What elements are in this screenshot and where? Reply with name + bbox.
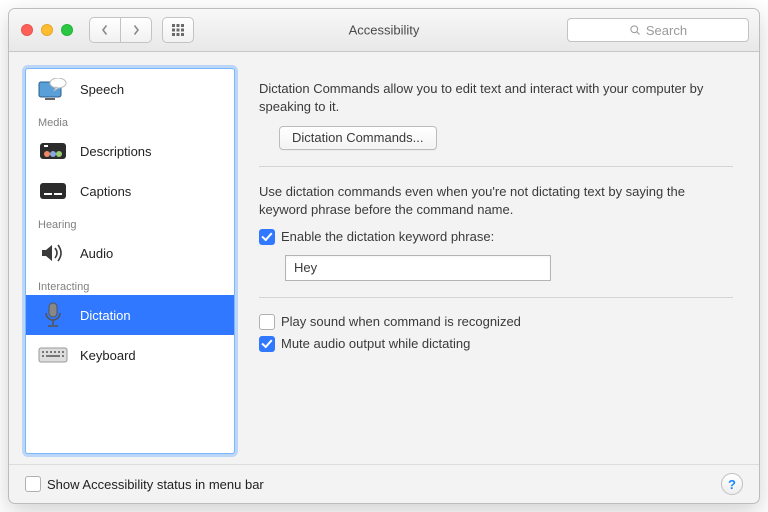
sidebar-item-descriptions[interactable]: Descriptions bbox=[26, 131, 234, 171]
play-sound-row: Play sound when command is recognized bbox=[259, 314, 733, 330]
show-all-button[interactable] bbox=[162, 17, 194, 43]
search-field[interactable]: Search bbox=[567, 18, 749, 42]
dictation-intro-text: Dictation Commands allow you to edit tex… bbox=[259, 80, 733, 116]
mute-output-checkbox[interactable] bbox=[259, 336, 275, 352]
speech-icon bbox=[38, 77, 68, 101]
grid-icon bbox=[171, 23, 185, 37]
traffic-lights bbox=[19, 24, 79, 36]
enable-keyword-label: Enable the dictation keyword phrase: bbox=[281, 229, 494, 244]
back-button[interactable] bbox=[90, 18, 120, 42]
sidebar-item-audio[interactable]: Audio bbox=[26, 233, 234, 273]
nav-segment bbox=[89, 17, 152, 43]
divider bbox=[259, 297, 733, 298]
sidebar-item-speech[interactable]: Speech bbox=[26, 69, 234, 109]
mute-output-row: Mute audio output while dictating bbox=[259, 336, 733, 352]
sidebar-item-label: Dictation bbox=[80, 308, 131, 323]
sidebar-item-label: Keyboard bbox=[80, 348, 136, 363]
keyword-phrase-value: Hey bbox=[294, 260, 317, 275]
search-placeholder: Search bbox=[646, 23, 687, 38]
sidebar-item-keyboard[interactable]: Keyboard bbox=[26, 335, 234, 375]
sidebar-container: Speech Media bbox=[25, 68, 235, 454]
detail-panel: Dictation Commands allow you to edit tex… bbox=[249, 68, 743, 454]
sidebar-item-label: Speech bbox=[80, 82, 124, 97]
show-status-checkbox[interactable] bbox=[25, 476, 41, 492]
captions-icon bbox=[38, 179, 68, 203]
help-button[interactable]: ? bbox=[721, 473, 743, 495]
keyword-description-text: Use dictation commands even when you're … bbox=[259, 183, 733, 219]
window-title: Accessibility bbox=[349, 23, 420, 38]
sidebar-item-label: Captions bbox=[80, 184, 131, 199]
content-area: Speech Media bbox=[9, 52, 759, 464]
play-sound-label: Play sound when command is recognized bbox=[281, 314, 521, 329]
zoom-window-button[interactable] bbox=[61, 24, 73, 36]
minimize-window-button[interactable] bbox=[41, 24, 53, 36]
window-footer: Show Accessibility status in menu bar ? bbox=[9, 464, 759, 503]
sidebar-item-label: Descriptions bbox=[80, 144, 152, 159]
accessibility-window: Accessibility Search bbox=[8, 8, 760, 504]
microphone-icon bbox=[38, 303, 68, 327]
sidebar-group-hearing: Hearing bbox=[26, 211, 234, 233]
sidebar-item-dictation[interactable]: Dictation bbox=[26, 295, 234, 335]
search-icon bbox=[629, 24, 641, 36]
speaker-icon bbox=[38, 241, 68, 265]
sidebar-group-media: Media bbox=[26, 109, 234, 131]
titlebar: Accessibility Search bbox=[9, 9, 759, 52]
forward-button[interactable] bbox=[120, 18, 151, 42]
mute-output-label: Mute audio output while dictating bbox=[281, 336, 470, 351]
enable-keyword-checkbox[interactable] bbox=[259, 229, 275, 245]
keyword-phrase-input[interactable]: Hey bbox=[285, 255, 551, 281]
enable-keyword-row: Enable the dictation keyword phrase: bbox=[259, 229, 733, 245]
dictation-commands-button[interactable]: Dictation Commands... bbox=[279, 126, 437, 150]
sidebar-item-captions[interactable]: Captions bbox=[26, 171, 234, 211]
divider bbox=[259, 166, 733, 167]
play-sound-checkbox[interactable] bbox=[259, 314, 275, 330]
category-sidebar[interactable]: Speech Media bbox=[25, 68, 235, 454]
chevron-left-icon bbox=[101, 24, 109, 36]
close-window-button[interactable] bbox=[21, 24, 33, 36]
descriptions-icon bbox=[38, 139, 68, 163]
sidebar-item-label: Audio bbox=[80, 246, 113, 261]
chevron-right-icon bbox=[132, 24, 140, 36]
show-status-label: Show Accessibility status in menu bar bbox=[47, 477, 264, 492]
keyboard-icon bbox=[38, 343, 68, 367]
sidebar-group-interacting: Interacting bbox=[26, 273, 234, 295]
